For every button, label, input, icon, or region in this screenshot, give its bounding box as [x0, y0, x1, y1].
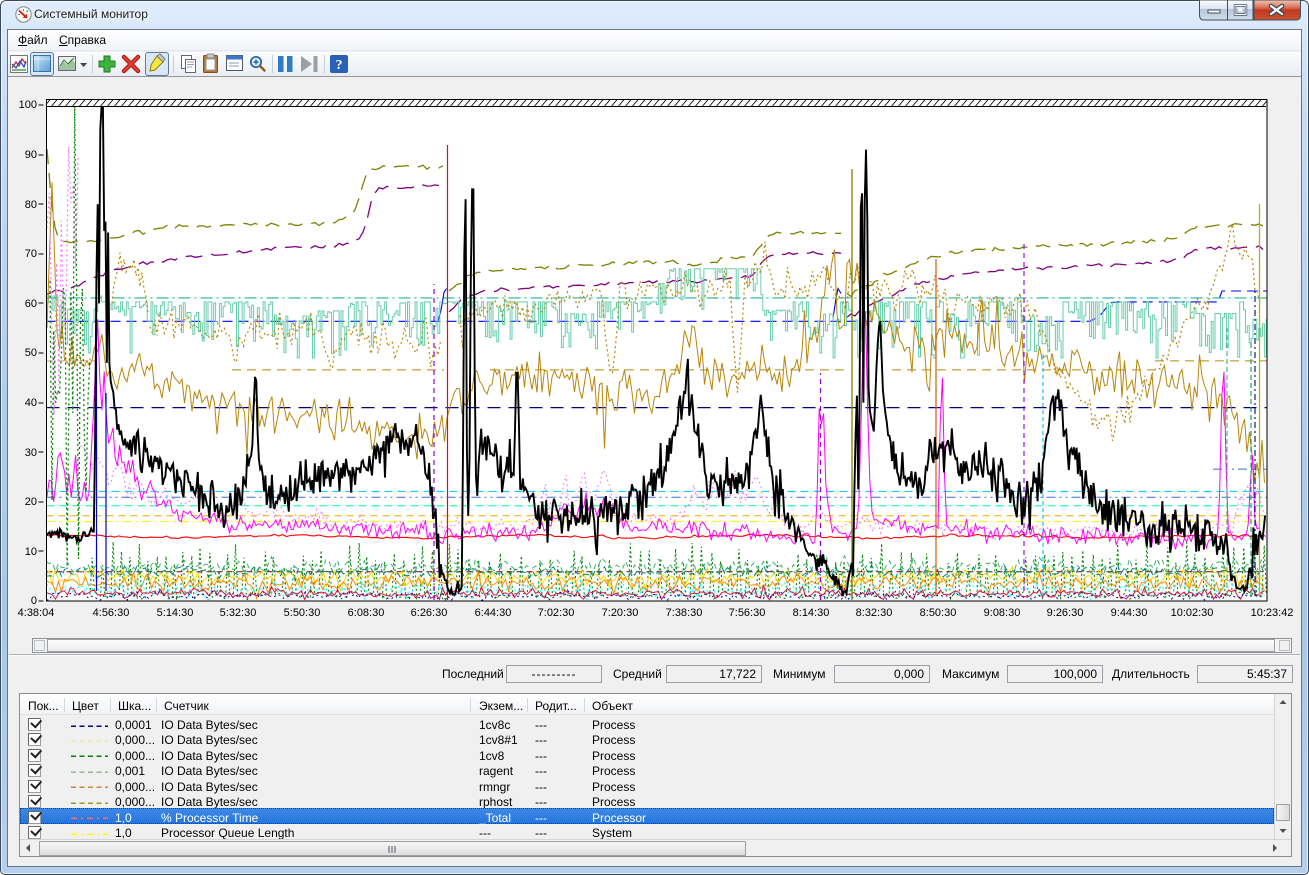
svg-text:60: 60	[25, 298, 37, 310]
svg-text:20: 20	[25, 496, 37, 508]
svg-text:10:23:42: 10:23:42	[1251, 607, 1294, 619]
svg-text:100: 100	[19, 99, 37, 111]
svg-text:7:38:30: 7:38:30	[666, 607, 703, 619]
svg-text:10: 10	[25, 546, 37, 558]
svg-text:4:56:30: 4:56:30	[93, 607, 130, 619]
svg-text:6:26:30: 6:26:30	[411, 607, 448, 619]
svg-text:5:14:30: 5:14:30	[157, 607, 194, 619]
svg-text:70: 70	[25, 248, 37, 260]
svg-text:7:02:30: 7:02:30	[538, 607, 575, 619]
svg-text:5:32:30: 5:32:30	[220, 607, 257, 619]
svg-text:40: 40	[25, 397, 37, 409]
svg-text:8:14:30: 8:14:30	[793, 607, 830, 619]
svg-text:7:20:30: 7:20:30	[602, 607, 639, 619]
svg-text:4:38:04: 4:38:04	[18, 607, 55, 619]
svg-text:90: 90	[25, 149, 37, 161]
svg-text:6:44:30: 6:44:30	[475, 607, 512, 619]
svg-text:9:44:30: 9:44:30	[1111, 607, 1148, 619]
svg-text:7:56:30: 7:56:30	[729, 607, 766, 619]
svg-text:50: 50	[25, 347, 37, 359]
svg-text:6:08:30: 6:08:30	[348, 607, 385, 619]
svg-text:30: 30	[25, 447, 37, 459]
svg-text:10:02:30: 10:02:30	[1171, 607, 1214, 619]
svg-text:8:50:30: 8:50:30	[920, 607, 957, 619]
svg-text:9:08:30: 9:08:30	[984, 607, 1021, 619]
svg-text:80: 80	[25, 199, 37, 211]
svg-text:0: 0	[31, 595, 37, 607]
svg-text:5:50:30: 5:50:30	[284, 607, 321, 619]
svg-text:8:32:30: 8:32:30	[856, 607, 893, 619]
svg-text:9:26:30: 9:26:30	[1047, 607, 1084, 619]
